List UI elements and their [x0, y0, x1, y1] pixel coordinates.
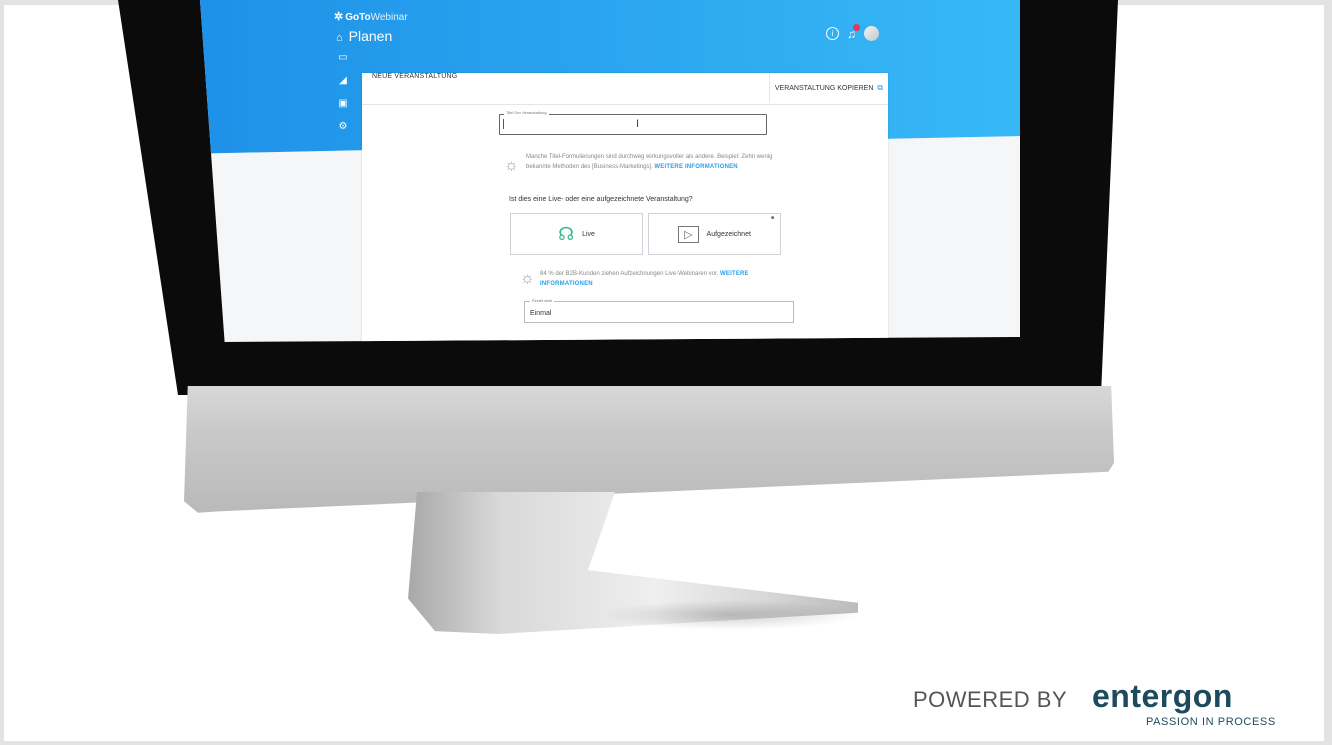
notification-dot [853, 23, 860, 31]
page-title-text: Planen [348, 28, 393, 44]
bell-icon[interactable]: ♫ [847, 23, 860, 41]
screen: ✲ GoToWebinar ⌂ Planen i ♫ ▭ ◢ ▣ ⚙ NEUE VE… [200, 0, 1020, 342]
sidebar-rail: ▭ ◢ ▣ ⚙ [336, 52, 350, 132]
event-title-label: Titel Der Veranstaltung [504, 110, 549, 115]
copy-icon: ⧉ [877, 83, 884, 92]
recording-hint-text: 84 % der B2B-Kunden ziehen Aufzeichnunge… [540, 271, 719, 277]
avatar[interactable] [864, 26, 879, 41]
lightbulb-icon: ☼ [504, 157, 519, 174]
logo-icon: ✲ [334, 11, 344, 23]
title-hint-link[interactable]: WEITERE INFORMATIONEN [654, 164, 737, 170]
info-icon[interactable]: i [826, 27, 839, 40]
panel-title: NEUE VERANSTALTUNG [372, 73, 458, 80]
recorded-option[interactable]: ■ ▷ Aufgezeichnet [648, 213, 781, 255]
chart-icon[interactable]: ◢ [336, 75, 350, 86]
lock-icon: ■ [770, 215, 774, 221]
live-option-label: Live [582, 230, 595, 238]
live-option[interactable]: ☊ Live [510, 213, 643, 255]
recording-hint: 84 % der B2B-Kunden ziehen Aufzeichnunge… [540, 269, 800, 289]
page-title: ⌂ Planen [336, 28, 392, 44]
input-edge [503, 119, 504, 129]
top-icons: i ♫ [826, 23, 879, 41]
new-event-panel: NEUE VERANSTALTUNG VERANSTALTUNG KOPIERE… [362, 73, 888, 342]
title-hint: Manche Titel-Formulierungen sind durchwe… [526, 152, 798, 172]
copy-event-button[interactable]: VERANSTALTUNG KOPIEREN ⧉ [769, 73, 888, 103]
event-type-question: Ist dies eine Live- oder eine aufgezeich… [509, 196, 693, 203]
monitor-icon[interactable]: ▭ [336, 52, 350, 63]
live-icon: ☊ [558, 223, 575, 244]
video-icon: ▷ [678, 225, 699, 243]
logo-tagline: PASSION IN PROCESS [1146, 716, 1276, 728]
brand-name: GoTo [345, 12, 371, 23]
contacts-icon[interactable]: ▣ [336, 98, 350, 109]
occurrence-label: Findet statt [530, 298, 554, 303]
app-brand: ✲ GoToWebinar [334, 10, 408, 23]
settings-icon[interactable]: ⚙ [336, 121, 350, 132]
panel-header: NEUE VERANSTALTUNG VERANSTALTUNG KOPIERE… [362, 73, 888, 105]
entergon-logo: entergon [1092, 678, 1233, 714]
occurrence-value: Einmal [530, 310, 552, 317]
occurrence-field[interactable]: Findet statt Einmal [524, 298, 794, 323]
lightbulb-icon: ☼ [520, 270, 535, 287]
recorded-option-label: Aufgezeichnet [706, 230, 751, 238]
copy-event-label: VERANSTALTUNG KOPIEREN [774, 84, 874, 92]
planner-icon: ⌂ [336, 32, 343, 44]
brand-suffix: Webinar [370, 12, 408, 23]
event-title-field[interactable]: Titel Der Veranstaltung I [499, 110, 767, 135]
text-cursor-icon: I [636, 118, 640, 130]
powered-by-label: POWERED BY [913, 687, 1068, 712]
